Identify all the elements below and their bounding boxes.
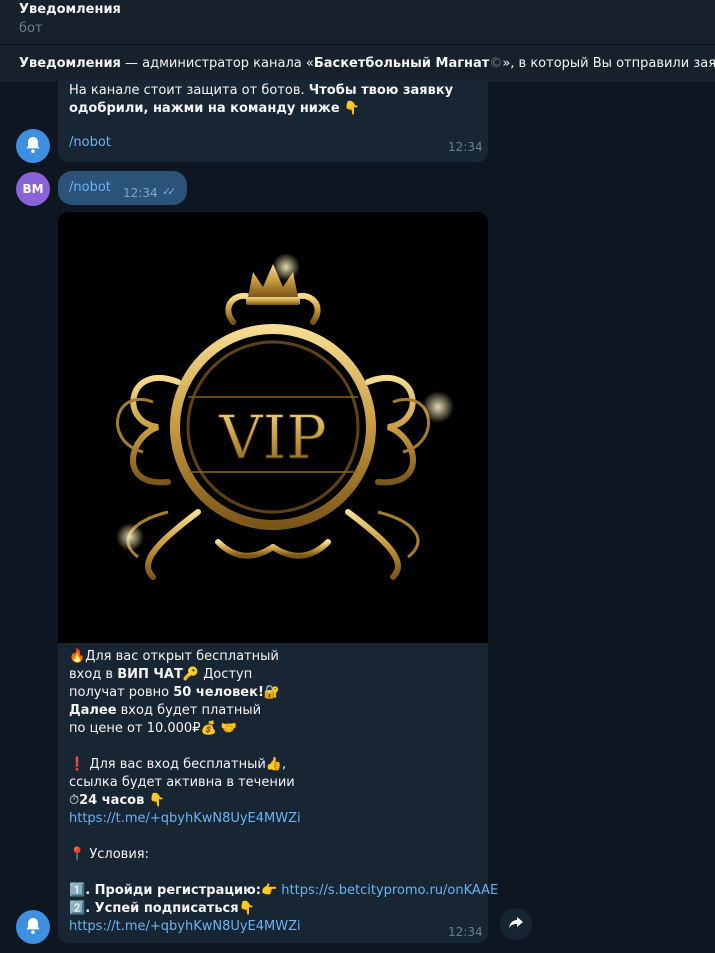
protection-text-bold-1: Чтобы твою заявку: [308, 83, 454, 98]
keycap-2-emoji: 2️⃣: [69, 901, 86, 916]
vip-text-bold: Далее: [69, 703, 117, 718]
vip-count: 50 человек!: [173, 685, 264, 700]
vip-image[interactable]: VIP: [58, 212, 488, 643]
lock-emoji: 🔐: [263, 685, 281, 700]
vip-line-1: 🔥Для вас открыт бесплатный: [69, 648, 279, 666]
vip-line-9: 📍 Условия:: [69, 846, 149, 864]
notice-text-2: », в который Вы отправили заявку.: [502, 56, 715, 71]
stopwatch-emoji: ⏱: [69, 793, 80, 808]
share-icon: [508, 914, 524, 934]
vip-text: вход будет платный: [116, 703, 262, 718]
message-bubble-outgoing: /nobot 12:34 ✓✓: [58, 171, 187, 205]
bell-icon: [23, 135, 43, 158]
point-down-emoji: 👇: [144, 793, 165, 808]
fire-emoji: 🔥: [69, 649, 86, 664]
conditions-label: Условия:: [85, 847, 149, 862]
vip-line-5: по цене от 10.000₽💰 🤝: [69, 720, 237, 738]
vip-duration: 24 часов: [79, 793, 145, 808]
bot-avatar[interactable]: [16, 910, 50, 944]
key-emoji: 🔑: [182, 667, 200, 682]
vip-price: по цене от 10.000₽: [69, 721, 201, 736]
vip-image-label: VIP: [218, 403, 326, 473]
vip-line-11: 2️⃣. Успей подписаться👇: [69, 900, 255, 918]
admin-notice-banner: Уведомления — администратор канала «Баск…: [0, 45, 715, 83]
point-right-emoji: 👉: [260, 883, 278, 898]
message-bubble-protection: На канале стоит защита от ботов. Чтобы т…: [58, 80, 488, 162]
keycap-1-emoji: 1️⃣: [69, 883, 86, 898]
vip-text: получат ровно: [69, 685, 174, 700]
pin-emoji: 📍: [69, 847, 86, 862]
vip-line-6: ❗ Для вас вход бесплатный👍,: [69, 756, 286, 774]
invite-link-1[interactable]: https://t.me/+qbyhKwN8UyE4MWZi: [69, 810, 301, 828]
protection-text-bold-2: одобрили, нажми на команду ниже: [69, 101, 340, 116]
vip-line-4: Далее вход будет платный: [69, 702, 261, 720]
protection-text: На канале стоит защита от ботов. Чтобы т…: [69, 82, 469, 118]
chat-header[interactable]: Уведомления бот: [0, 0, 715, 45]
bell-icon: [23, 916, 43, 939]
message-time: 12:34: [448, 925, 483, 939]
vip-line-2: вход в ВИП ЧАТ🔑 Доступ: [69, 666, 252, 684]
vip-line-3: получат ровно 50 человек!🔐: [69, 684, 280, 702]
step-register: . Пройди регистрацию:: [85, 883, 261, 898]
vip-line-7: ссылка будет активна в течении: [69, 774, 295, 792]
vip-text: Для вас вход бесплатный: [85, 757, 266, 772]
thumbs-up-emoji: 👍: [265, 757, 282, 772]
bot-avatar[interactable]: [16, 129, 50, 163]
vip-line-10: 1️⃣. Пройди регистрацию:👉 https://s.betc…: [69, 882, 498, 900]
money-handshake-emoji: 💰 🤝: [200, 721, 237, 736]
vip-chat-label: ВИП ЧАТ: [117, 667, 183, 682]
exclamation-emoji: ❗: [69, 757, 86, 772]
register-link[interactable]: https://s.betcitypromo.ru/onKAAE: [277, 883, 498, 898]
vip-line-8: ⏱24 часов 👇: [69, 792, 165, 810]
step-subscribe: . Успей подписаться: [85, 901, 239, 916]
chat-title: Уведомления: [19, 2, 121, 17]
vip-text: ,: [282, 757, 287, 772]
vip-text: Для вас открыт бесплатный: [85, 649, 279, 664]
message-time: 12:34: [123, 186, 158, 200]
notice-sender: Уведомления: [19, 56, 121, 71]
vip-text: вход в: [69, 667, 118, 682]
user-avatar-initials: BM: [22, 182, 44, 196]
point-down-emoji: 👇: [343, 101, 360, 116]
outgoing-command[interactable]: /nobot: [69, 180, 111, 195]
double-check-icon: ✓✓: [162, 185, 177, 198]
vip-text: Доступ: [199, 667, 253, 682]
message-time: 12:34: [448, 140, 483, 154]
protection-text-plain: На канале стоит защита от ботов.: [69, 83, 309, 98]
message-list[interactable]: На канале стоит защита от ботов. Чтобы т…: [0, 80, 715, 953]
invite-link-2[interactable]: https://t.me/+qbyhKwN8UyE4MWZi: [69, 918, 301, 936]
nobot-command-link[interactable]: /nobot: [69, 135, 111, 150]
chat-subtitle: бот: [19, 21, 43, 36]
message-bubble-vip: VIP 🔥Для вас открыт бесплатный вход в ВИ…: [58, 212, 498, 943]
user-avatar[interactable]: BM: [16, 172, 50, 206]
notice-text-1: — администратор канала «: [120, 56, 314, 71]
vip-text: ссылка будет активна в течении: [69, 775, 295, 790]
notice-channel: Баскетбольный Магнат: [313, 56, 490, 71]
notice-channel-mark: ©: [489, 56, 503, 71]
share-button[interactable]: [500, 908, 532, 940]
point-down-emoji: 👇: [238, 901, 255, 916]
